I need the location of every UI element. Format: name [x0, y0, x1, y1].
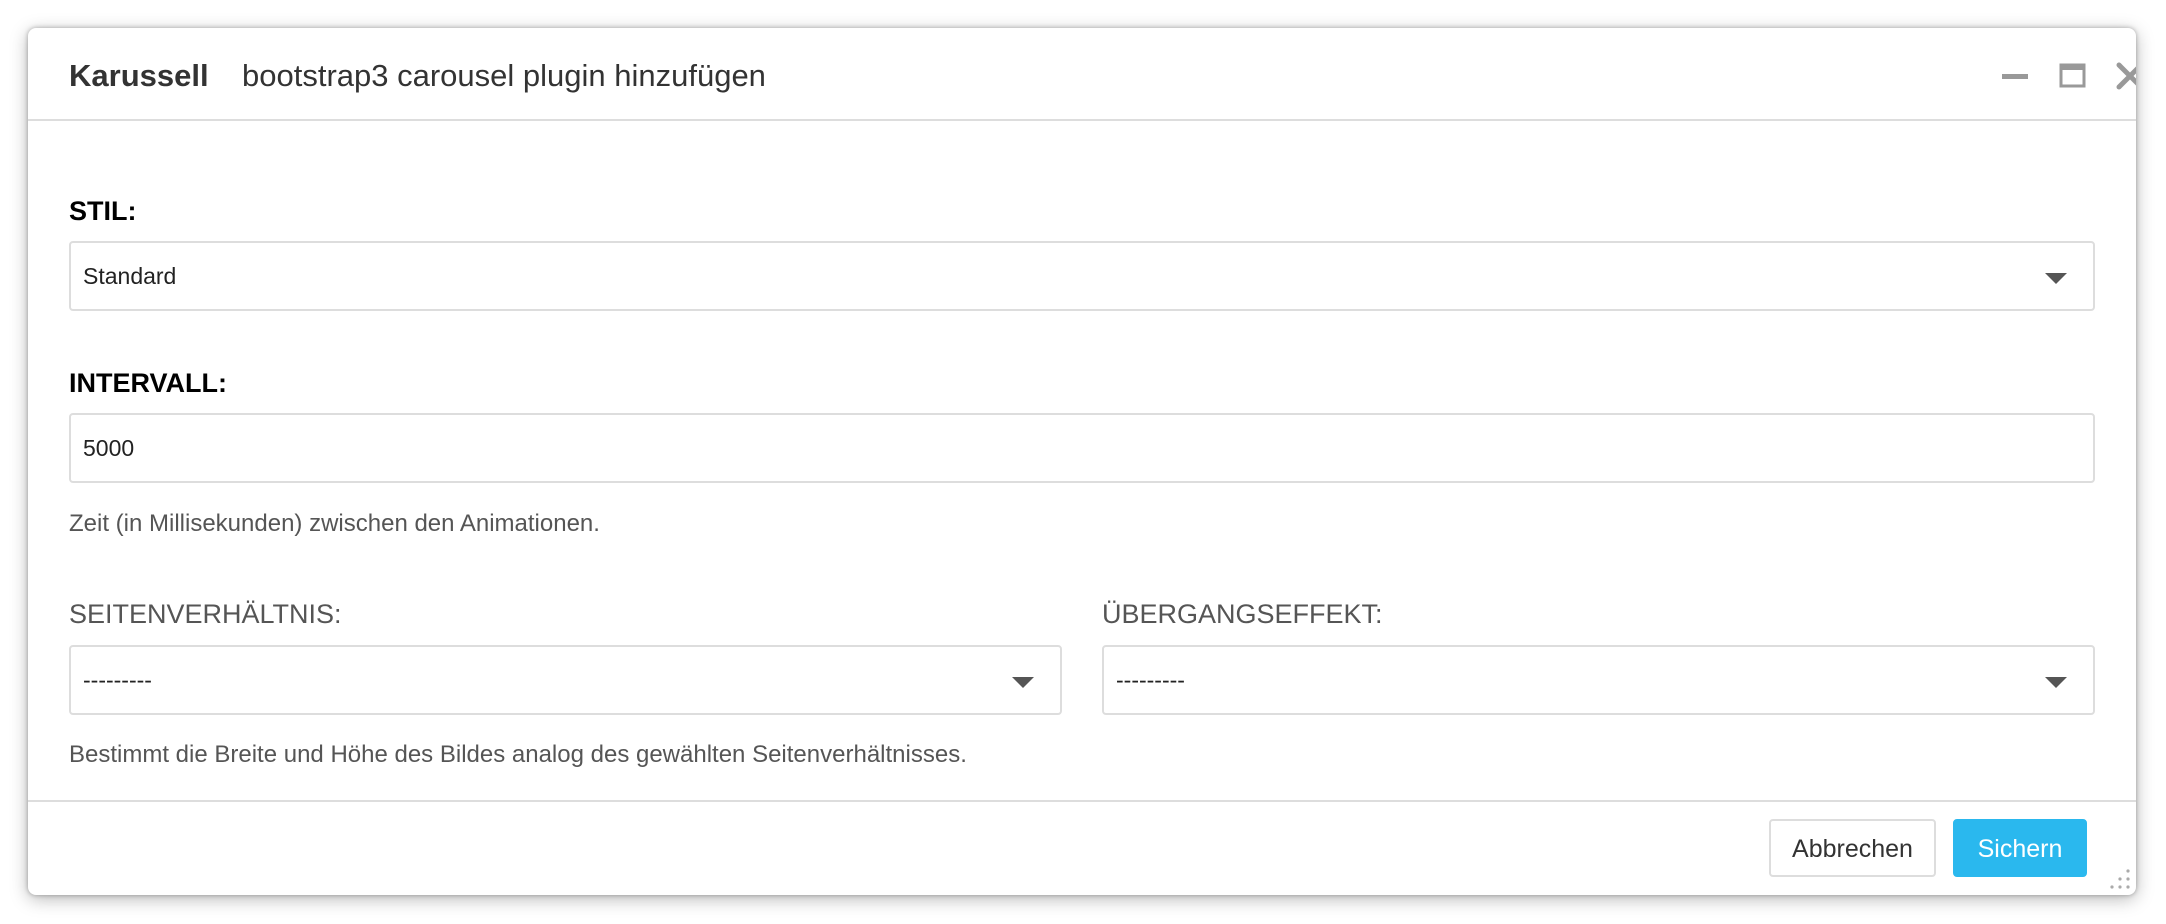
interval-label: INTERVALL:: [69, 368, 227, 398]
close-button[interactable]: [2110, 56, 2136, 96]
transition-label: ÜBERGANGSEFFEKT:: [1102, 599, 1383, 629]
minimize-button[interactable]: [1996, 56, 2036, 96]
aspect-ratio-help-text: Bestimmt die Breite und Höhe des Bildes …: [69, 741, 967, 768]
interval-input-value: 5000: [83, 435, 135, 461]
interval-help-text: Zeit (in Millisekunden) zwischen den Ani…: [69, 510, 600, 537]
transition-select-value: ---------: [1116, 667, 1185, 693]
chevron-down-icon: [2045, 273, 2067, 284]
aspect-ratio-select-value: ---------: [83, 667, 152, 693]
dialog-title: Karussell: [69, 58, 209, 93]
maximize-button[interactable]: [2053, 56, 2093, 96]
resize-grip-icon[interactable]: [2108, 867, 2132, 891]
style-label: STIL:: [69, 196, 137, 226]
save-button[interactable]: Sichern: [1953, 819, 2087, 877]
close-icon: [2116, 62, 2136, 90]
minimize-icon: [2002, 74, 2028, 79]
style-select[interactable]: Standard: [69, 241, 2095, 311]
chevron-down-icon: [2045, 677, 2067, 688]
dialog-footer: Abbrechen Sichern: [28, 800, 2136, 895]
maximize-icon: [2059, 63, 2086, 88]
interval-input[interactable]: 5000: [69, 413, 2095, 483]
dialog-header[interactable]: Karussell bootstrap3 carousel plugin hin…: [28, 28, 2136, 121]
plugin-dialog: Karussell bootstrap3 carousel plugin hin…: [28, 28, 2136, 895]
dialog-subtitle: bootstrap3 carousel plugin hinzufügen: [242, 58, 766, 93]
chevron-down-icon: [1012, 677, 1034, 688]
transition-select[interactable]: ---------: [1102, 645, 2095, 715]
aspect-ratio-select[interactable]: ---------: [69, 645, 1062, 715]
aspect-ratio-label: SEITENVERHÄLTNIS:: [69, 599, 342, 629]
cancel-button[interactable]: Abbrechen: [1769, 819, 1936, 877]
style-select-value: Standard: [83, 263, 177, 289]
